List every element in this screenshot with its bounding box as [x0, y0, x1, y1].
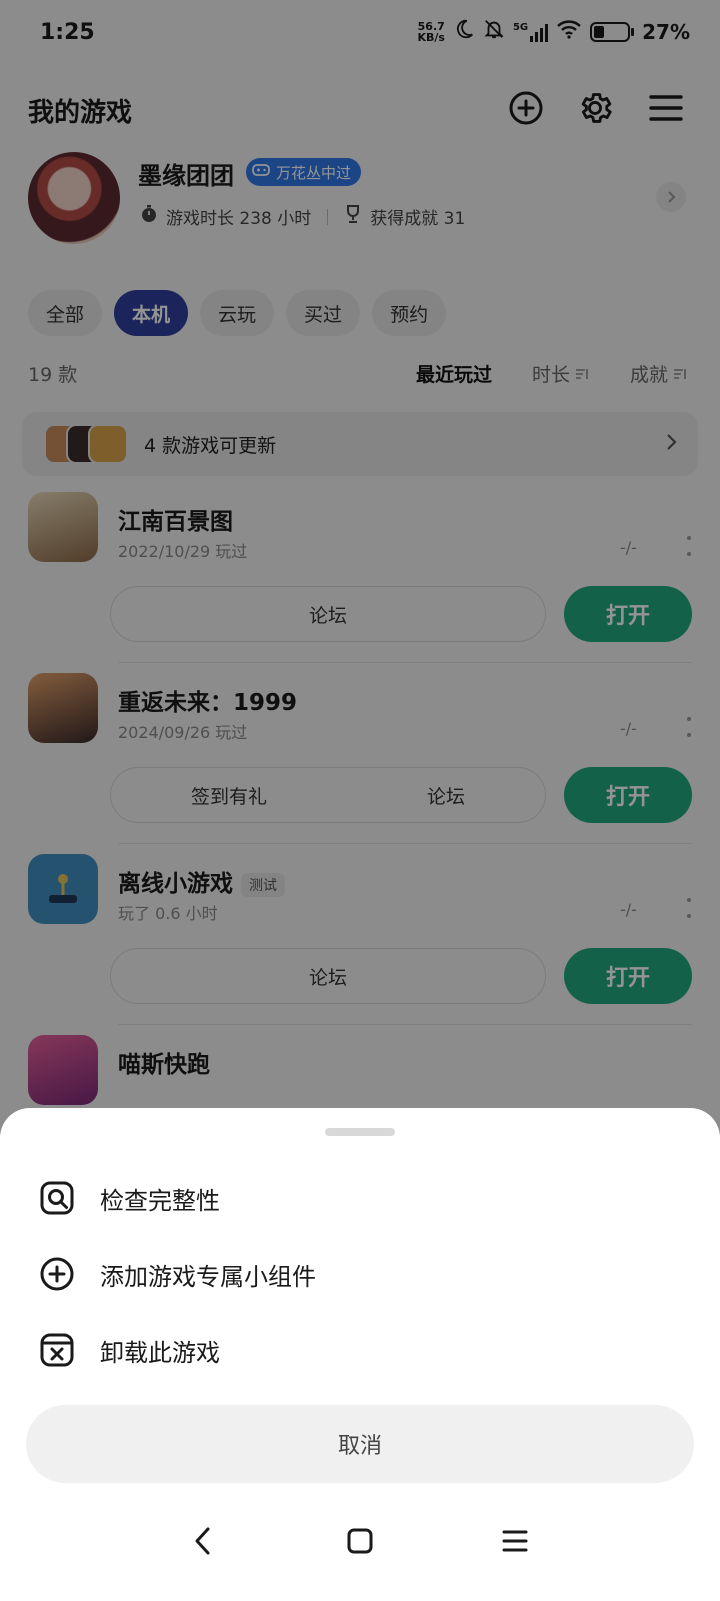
check-integrity-label: 检查完整性: [100, 1186, 220, 1215]
nav-home-button[interactable]: [335, 1516, 385, 1566]
home-icon: [347, 1528, 373, 1554]
add-widget-icon: [38, 1255, 76, 1293]
my-games-page: 1:25 56.7 KB/s 5G 27% 我的游戏 墨缘团团 万花丛中过 游戏…: [0, 0, 720, 1601]
system-nav-bar: [0, 1490, 720, 1601]
cancel-button[interactable]: 取消: [26, 1405, 694, 1483]
add-widget-option[interactable]: 添加游戏专属小组件: [38, 1244, 678, 1304]
sheet-handle[interactable]: [325, 1128, 395, 1136]
add-widget-label: 添加游戏专属小组件: [100, 1262, 316, 1291]
uninstall-icon: [38, 1331, 76, 1369]
uninstall-label: 卸载此游戏: [100, 1338, 220, 1367]
search-integrity-icon: [38, 1179, 76, 1217]
nav-back-button[interactable]: [178, 1516, 228, 1566]
check-integrity-option[interactable]: 检查完整性: [38, 1168, 678, 1228]
uninstall-option[interactable]: 卸载此游戏: [38, 1320, 678, 1380]
nav-recents-button[interactable]: [490, 1516, 540, 1566]
back-icon: [195, 1527, 210, 1555]
recents-icon: [502, 1530, 528, 1552]
